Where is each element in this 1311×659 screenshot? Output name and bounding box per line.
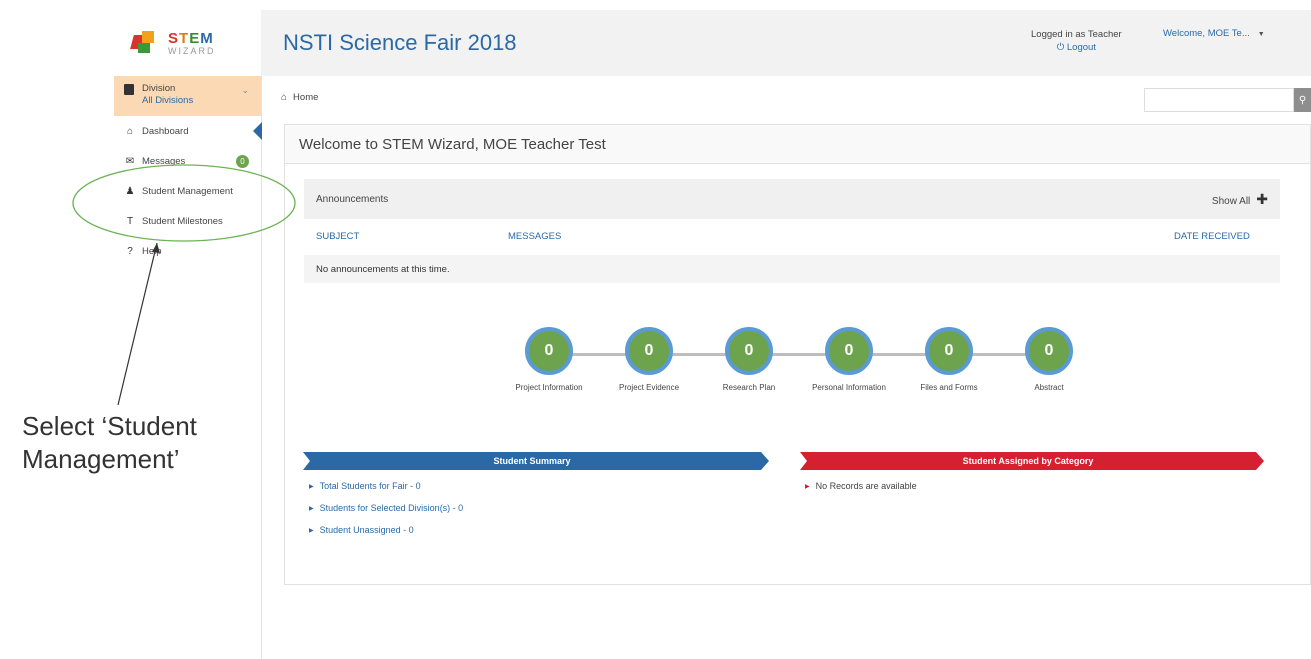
category-header: Student Assigned by Category <box>800 452 1264 470</box>
step-label: Abstract <box>1034 383 1064 392</box>
column-messages[interactable]: MESSAGES <box>508 231 561 242</box>
division-selector[interactable]: Division All Divisions ⌄ <box>114 76 261 116</box>
page-title: NSTI Science Fair 2018 <box>283 30 517 55</box>
envelope-icon: ✉ <box>125 155 135 167</box>
student-summary-header: Student Summary <box>303 452 769 470</box>
chevron-down-icon[interactable]: ⌄ <box>241 85 249 96</box>
column-date-received[interactable]: DATE RECEIVED <box>1174 231 1250 242</box>
sidebar-item-dashboard[interactable]: ⌂ Dashboard <box>114 116 262 146</box>
announcements-header: Announcements Show All ✚ <box>304 179 1280 219</box>
column-subject[interactable]: SUBJECT <box>316 231 359 242</box>
sidebar-item-help[interactable]: ? Help <box>114 236 261 266</box>
search-icon: ⚲ <box>1298 94 1307 106</box>
dashboard-card: Welcome to STEM Wizard, MOE Teacher Test… <box>284 124 1311 585</box>
show-all-button[interactable]: Show All ✚ <box>1212 191 1268 208</box>
step-count: 0 <box>525 327 573 375</box>
power-icon: ⏻ <box>1056 42 1065 53</box>
division-label: Division <box>142 83 176 94</box>
sidebar-item-label: Help <box>142 245 162 257</box>
sidebar-item-student-management[interactable]: ♟ Student Management <box>114 176 261 206</box>
sidebar-item-label: Student Milestones <box>142 215 223 227</box>
announcements-title: Announcements <box>316 193 389 205</box>
step-count: 0 <box>725 327 773 375</box>
user-menu[interactable]: Welcome, MOE Te... ▼ <box>1163 28 1265 39</box>
breadcrumb: ⌂ Home <box>281 92 318 103</box>
sidebar-item-label: Dashboard <box>142 125 189 137</box>
category-item: ▶ No Records are available <box>805 481 917 491</box>
student-summary-list: ▶ Total Students for Fair - 0 ▶ Students f… <box>309 475 463 541</box>
sidebar-item-label: Student Management <box>142 185 233 197</box>
book-icon <box>124 84 134 95</box>
announcements-columns: SUBJECT MESSAGES DATE RECEIVED <box>304 219 1280 255</box>
summary-item[interactable]: ▶ Student Unassigned - 0 <box>309 519 463 541</box>
step-abstract[interactable]: 0 Abstract <box>989 327 1109 392</box>
logo-subword: WIZARD <box>168 45 216 56</box>
sidebar-item-label: Messages <box>142 155 186 167</box>
breadcrumb-home[interactable]: Home <box>293 92 318 103</box>
division-value[interactable]: All Divisions <box>142 95 193 107</box>
summary-item[interactable]: ▶ Students for Selected Division(s) - 0 <box>309 497 463 519</box>
question-icon: ? <box>127 245 133 257</box>
step-count: 0 <box>625 327 673 375</box>
triangle-right-icon: ▶ <box>309 483 314 490</box>
sidebar-item-messages[interactable]: ✉ Messages 0 <box>114 146 261 176</box>
welcome-heading: Welcome to STEM Wizard, MOE Teacher Test <box>285 125 1310 164</box>
caret-down-icon: ▼ <box>1257 31 1265 38</box>
logo-word: STEM <box>168 29 214 47</box>
sidebar-nav: ⌂ Dashboard ✉ Messages 0 ♟ Student Manag… <box>114 116 262 266</box>
sidebar: STEM WIZARD Division All Divisions ⌄ ⌂ D… <box>114 10 262 659</box>
search-input[interactable] <box>1144 88 1294 112</box>
triangle-right-icon: ▶ <box>805 483 810 490</box>
announcements-panel: Announcements Show All ✚ SUBJECT MESSAGES… <box>304 179 1280 283</box>
messages-count-badge: 0 <box>236 154 249 168</box>
sidebar-item-student-milestones[interactable]: T Student Milestones <box>114 206 261 236</box>
search-button[interactable]: ⚲ <box>1294 88 1311 112</box>
category-list: ▶ No Records are available <box>805 475 917 497</box>
home-icon: ⌂ <box>126 125 134 137</box>
summary-item[interactable]: ▶ Total Students for Fair - 0 <box>309 475 463 497</box>
logged-in-text: Logged in as Teacher <box>1031 29 1122 40</box>
top-header: NSTI Science Fair 2018 Logged in as Teac… <box>261 10 1311 76</box>
triangle-right-icon: ▶ <box>309 505 314 512</box>
logo-mark-icon <box>130 29 164 57</box>
announcements-empty-row: No announcements at this time. <box>304 255 1280 283</box>
logout-link[interactable]: ⏻ Logout <box>1031 41 1122 54</box>
stem-wizard-logo[interactable]: STEM WIZARD <box>114 10 261 76</box>
active-indicator <box>253 122 262 140</box>
step-count: 0 <box>1025 327 1073 375</box>
home-icon: ⌂ <box>281 92 288 103</box>
login-status: Logged in as Teacher ⏻ Logout <box>1031 28 1122 54</box>
triangle-right-icon: ▶ <box>309 527 314 534</box>
step-count: 0 <box>825 327 873 375</box>
instruction-callout-text: Select ‘Student Management’ <box>22 411 197 474</box>
plus-icon: ✚ <box>1256 190 1268 207</box>
user-icon: ♟ <box>125 185 135 197</box>
milestone-icon: T <box>126 215 134 227</box>
step-count: 0 <box>925 327 973 375</box>
